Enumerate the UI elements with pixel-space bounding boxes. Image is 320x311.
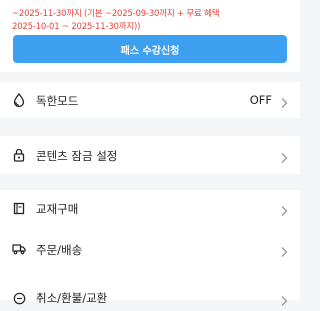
pass-info-card: ~2025-11-30까지 (기본 ~2025-09-30까지 + 무료 혜택 … bbox=[0, 0, 300, 72]
notice-line-2: 2025-10-01 ~ 2025-11-30까지)) bbox=[12, 22, 141, 32]
menu-item-dark-mode[interactable]: 독한모드 OFF bbox=[0, 82, 300, 118]
truck-icon bbox=[12, 242, 26, 256]
menu-item-order-delivery[interactable]: 주문/배송 bbox=[0, 227, 300, 271]
menu-label-content-lock: 콘텐츠 잠금 설정 bbox=[36, 149, 118, 163]
dark-mode-status: OFF bbox=[249, 93, 272, 107]
pass-enroll-button[interactable]: 패스 수강신청 bbox=[13, 35, 287, 63]
menu-label-cancel-refund: 취소/환불/교환 bbox=[36, 291, 108, 305]
refund-icon bbox=[12, 291, 26, 305]
chevron-right-icon bbox=[278, 292, 290, 306]
menu-label-dark-mode: 독한모드 bbox=[36, 94, 79, 108]
notice-line-1: ~2025-11-30까지 (기본 ~2025-09-30까지 + 무료 혜택 bbox=[12, 9, 220, 19]
menu-label-order-delivery: 주문/배송 bbox=[36, 243, 83, 257]
chevron-right-icon bbox=[278, 149, 290, 163]
chevron-right-icon bbox=[278, 94, 290, 108]
book-icon bbox=[12, 201, 26, 215]
menu-item-content-lock[interactable]: 콘텐츠 잠금 설정 bbox=[0, 136, 300, 174]
menu-item-textbook[interactable]: 교재구매 bbox=[0, 190, 300, 227]
menu-label-textbook: 교재구매 bbox=[36, 202, 79, 216]
chevron-right-icon bbox=[278, 202, 290, 216]
menu-item-cancel-refund[interactable]: 취소/환불/교환 bbox=[0, 271, 300, 306]
lock-icon bbox=[12, 148, 26, 162]
drop-icon bbox=[12, 93, 26, 107]
chevron-right-icon bbox=[278, 243, 290, 257]
